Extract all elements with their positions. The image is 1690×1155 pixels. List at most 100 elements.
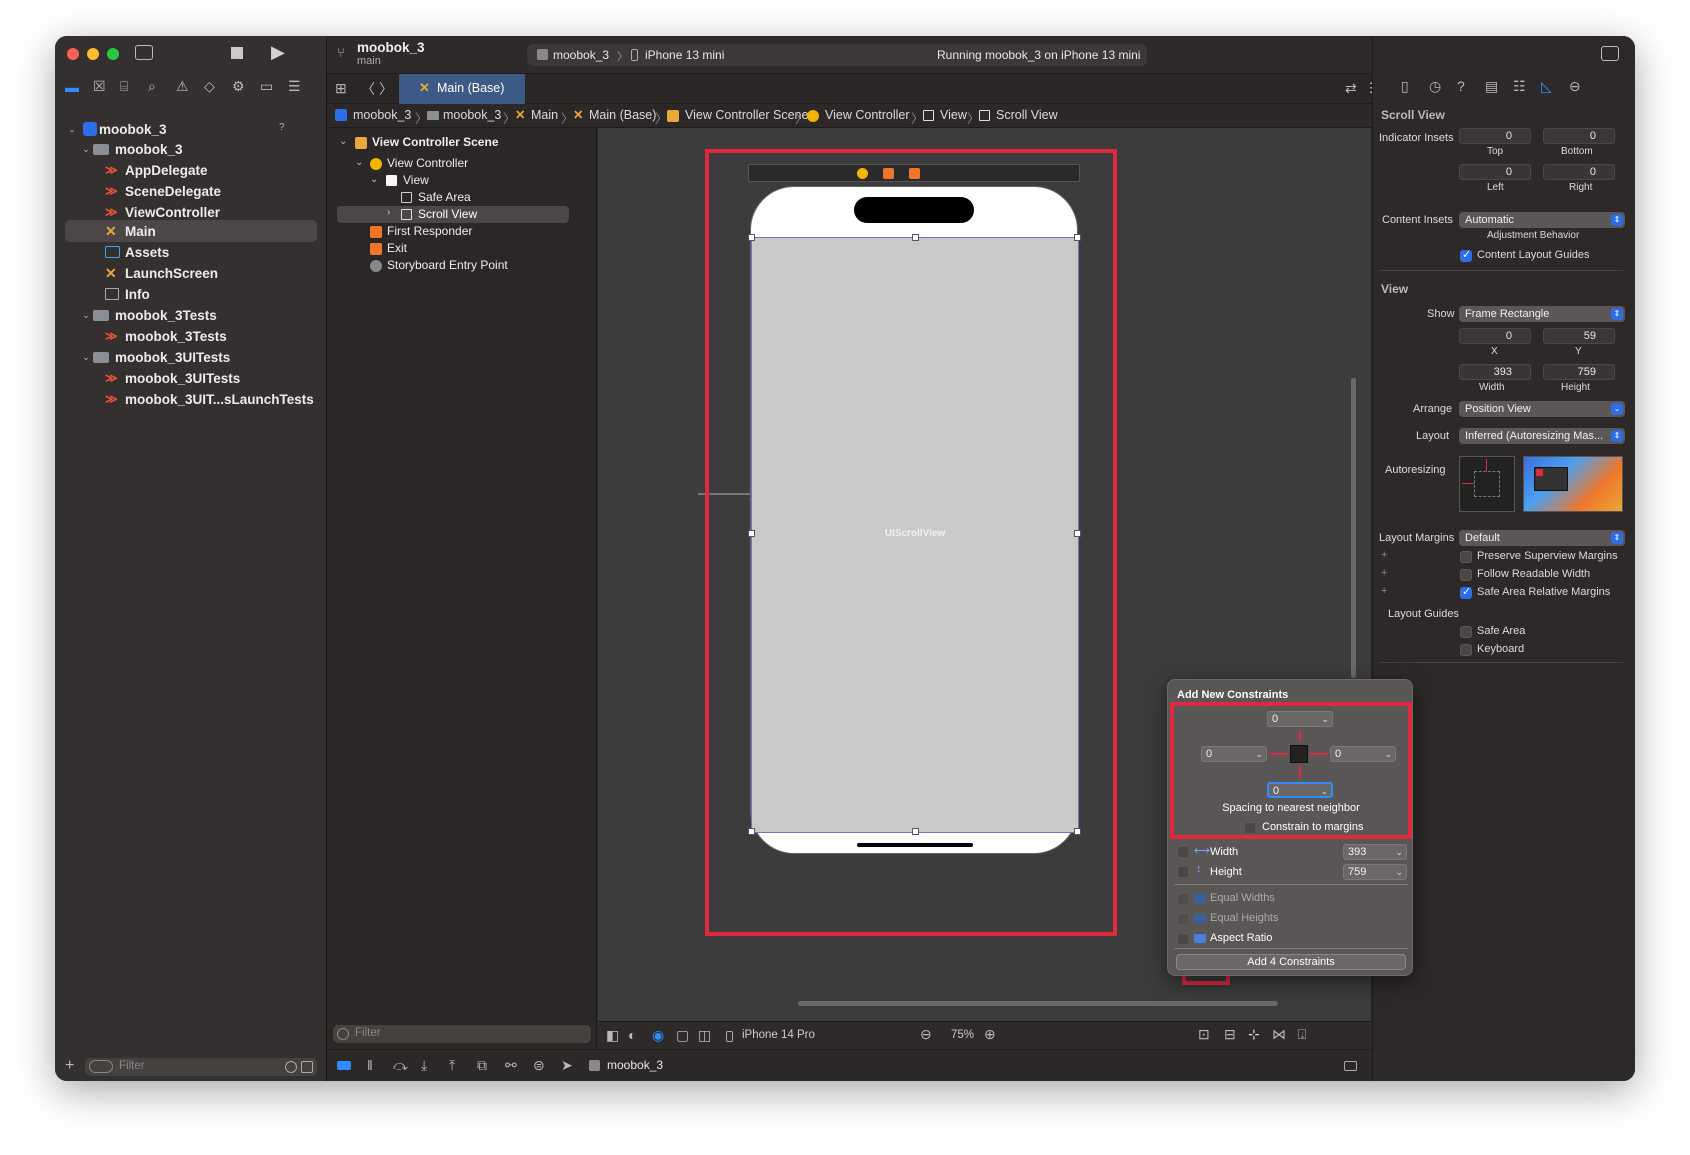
breadcrumb-item[interactable]: moobok_3 [353, 108, 411, 122]
related-items-icon[interactable]: ⇄ [1345, 80, 1357, 97]
height-field[interactable]: 759 [1543, 364, 1615, 380]
report-navigator-icon[interactable]: ☰ [288, 78, 301, 95]
scheme-device[interactable]: iPhone 13 mini [645, 48, 724, 62]
inset-top-field[interactable]: 0 [1459, 128, 1531, 144]
nav-item-tests-file[interactable]: ≫ moobok_3Tests [105, 325, 227, 347]
x-field[interactable]: 0 [1459, 328, 1531, 344]
left-strut[interactable] [1462, 483, 1474, 484]
minimize-window-button[interactable] [87, 48, 99, 60]
chevron-down-icon[interactable]: ⌄ [1395, 845, 1403, 859]
nav-item-appdelegate[interactable]: ≫ AppDelegate [105, 159, 208, 181]
safe-area-checkbox[interactable] [1460, 626, 1472, 638]
back-icon[interactable]: 〈 [361, 79, 375, 99]
appearance-icon[interactable]: ◐ [628, 1027, 636, 1043]
zoom-in-icon[interactable]: ⊕ [984, 1026, 996, 1043]
preserve-superview-margins-checkbox[interactable] [1460, 551, 1472, 563]
zoom-out-icon[interactable]: ⊖ [920, 1026, 932, 1043]
recent-files-icon[interactable] [285, 1061, 297, 1073]
vertical-scrollbar[interactable] [1351, 378, 1356, 678]
zoom-window-button[interactable] [107, 48, 119, 60]
width-field[interactable]: 393 [1459, 364, 1531, 380]
breadcrumb-item[interactable]: Main (Base) [589, 108, 656, 122]
folder-navigator-icon[interactable]: ▬ [65, 79, 79, 95]
run-button[interactable]: ▶ [271, 42, 285, 63]
outline-item-first-responder[interactable]: First Responder [387, 224, 472, 238]
disclosure-open-icon[interactable]: ⌄ [355, 157, 363, 168]
add-icon[interactable]: + [65, 1057, 74, 1075]
pause-icon[interactable]: ‖ [367, 1057, 373, 1073]
debug-target[interactable]: moobok_3 [607, 1058, 663, 1072]
content-insets-popup[interactable]: Automatic ⇕ [1459, 212, 1625, 228]
symbol-navigator-icon[interactable]: ⌸ [120, 78, 128, 95]
document-outline-toggle-icon[interactable]: ◧ [606, 1027, 619, 1044]
safe-area-relative-margins-checkbox[interactable] [1460, 585, 1472, 599]
nav-item-scenedelegate[interactable]: ≫ SceneDelegate [105, 180, 221, 202]
disclosure-open-icon[interactable]: ⌄ [79, 144, 93, 155]
debug-navigator-icon[interactable]: ⚙ [232, 78, 245, 95]
search-icon[interactable]: ⌕ [148, 78, 156, 95]
add-constraints-icon[interactable]: ⊹ [1248, 1026, 1260, 1043]
environment-icon[interactable]: ⊜ [533, 1057, 545, 1074]
outline-filter-input[interactable]: Filter [333, 1025, 591, 1043]
source-control-icon[interactable]: ☒ [93, 78, 106, 95]
horizontal-scrollbar[interactable] [798, 1001, 1278, 1006]
layout-icon[interactable]: ◫ [698, 1027, 711, 1044]
equal-widths-checkbox[interactable] [1177, 893, 1189, 905]
top-strut[interactable] [1486, 459, 1487, 471]
nav-item-folder-uitests[interactable]: ⌄ moobok_3UITests [79, 346, 230, 368]
file-inspector-icon[interactable]: ▯ [1401, 78, 1409, 95]
breadcrumb-item[interactable]: View Controller Scene [685, 108, 808, 122]
source-control-filter-icon[interactable] [301, 1061, 313, 1073]
autoresizing-mask-control[interactable] [1459, 456, 1515, 512]
disclosure-open-icon[interactable]: ⌄ [79, 310, 93, 321]
connections-inspector-icon[interactable]: ⊖ [1569, 78, 1581, 95]
breadcrumb-item[interactable]: moobok_3 [443, 108, 501, 122]
add-icon[interactable]: + [1381, 585, 1387, 597]
nav-item-folder-moobok_3[interactable]: ⌄ moobok_3 [79, 138, 182, 160]
forward-icon[interactable]: 〉 [379, 79, 393, 99]
nav-item-folder-tests[interactable]: ⌄ moobok_3Tests [79, 304, 217, 326]
memory-graph-icon[interactable]: ⚯ [505, 1057, 517, 1074]
layout-popup[interactable]: Inferred (Autoresizing Mas... ⇕ [1459, 428, 1625, 444]
keyboard-checkbox[interactable] [1460, 644, 1472, 656]
step-over-icon[interactable]: ⤼ [393, 1057, 408, 1074]
orientation-icon[interactable]: ▢ [676, 1027, 689, 1044]
attributes-inspector-icon[interactable]: ☷ [1513, 78, 1526, 95]
inspector-toggle-icon[interactable] [1601, 46, 1619, 61]
nav-item-info[interactable]: Info [105, 283, 150, 305]
inset-left-field[interactable]: 0 [1459, 164, 1531, 180]
activity-view[interactable]: moobok_3 〉 iPhone 13 mini Running moobok… [527, 44, 1147, 66]
width-checkbox[interactable] [1177, 846, 1189, 858]
breakpoint-navigator-icon[interactable]: ▭ [260, 78, 273, 95]
disclosure-open-icon[interactable]: ⌄ [65, 124, 79, 135]
nav-item-assets[interactable]: Assets [105, 241, 169, 263]
test-navigator-icon[interactable]: ◇ [204, 78, 215, 95]
outline-item-entry-point[interactable]: Storyboard Entry Point [387, 258, 508, 272]
breadcrumb-item[interactable]: Scroll View [996, 108, 1058, 122]
history-inspector-icon[interactable]: ◷ [1429, 78, 1441, 95]
arrange-popup[interactable]: Position View ⌄ [1459, 401, 1625, 417]
add-icon[interactable]: + [1381, 549, 1387, 561]
equal-heights-checkbox[interactable] [1177, 913, 1189, 925]
disclosure-closed-icon[interactable]: › [387, 207, 390, 218]
outline-item-safe-area[interactable]: Safe Area [418, 190, 471, 204]
width-value-field[interactable]: 393 ⌄ [1343, 844, 1407, 860]
nav-item-uitests-file[interactable]: ≫ moobok_3UITests [105, 367, 240, 389]
breadcrumb-item[interactable]: View [940, 108, 967, 122]
scheme-target[interactable]: moobok_3 [553, 48, 609, 62]
show-popup[interactable]: Frame Rectangle ⇕ [1459, 306, 1625, 322]
nav-item-project[interactable]: ⌄ moobok_3 ? [65, 118, 284, 140]
console-toggle-icon[interactable] [337, 1061, 351, 1070]
view-debugger-icon[interactable]: ⧉ [477, 1057, 487, 1074]
size-inspector-icon[interactable]: ◺ [1541, 78, 1552, 95]
help-inspector-icon[interactable]: ? [1457, 78, 1465, 94]
grid-icon[interactable]: ⊞ [335, 80, 347, 97]
outline-item-scroll-view[interactable]: Scroll View [418, 207, 477, 221]
aspect-ratio-checkbox[interactable] [1177, 933, 1189, 945]
disclosure-open-icon[interactable]: ⌄ [370, 174, 378, 185]
height-checkbox[interactable] [1177, 866, 1189, 878]
outline-item-scene[interactable]: View Controller Scene [372, 135, 499, 149]
disclosure-open-icon[interactable]: ⌄ [79, 352, 93, 363]
layout-margins-popup[interactable]: Default ⇕ [1459, 530, 1625, 546]
breadcrumb-item[interactable]: Main [531, 108, 558, 122]
